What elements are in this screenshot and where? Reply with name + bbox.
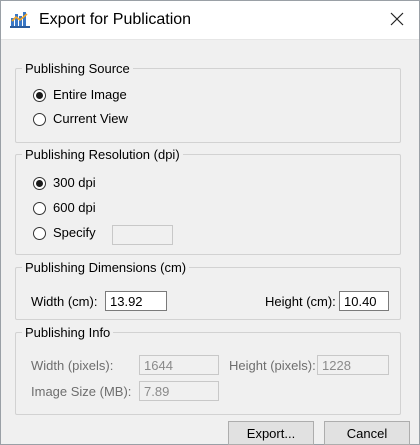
width-pixels-label: Width (pixels): xyxy=(31,358,114,373)
dpi-600-radio[interactable] xyxy=(33,202,46,215)
dpi-300-label: 300 dpi xyxy=(53,175,96,190)
chart-icon xyxy=(10,12,30,28)
export-button[interactable]: Export... xyxy=(228,421,314,445)
specify-dpi-radio[interactable] xyxy=(33,227,46,240)
export-dialog: Export for Publication Publishing Source… xyxy=(0,0,420,445)
current-view-label: Current View xyxy=(53,111,128,126)
close-button[interactable] xyxy=(377,1,417,39)
publishing-source-legend: Publishing Source xyxy=(25,61,130,76)
close-icon xyxy=(390,12,404,29)
height-cm-input[interactable] xyxy=(339,291,389,311)
specify-dpi-label: Specify xyxy=(53,225,96,240)
height-pixels-label: Height (pixels): xyxy=(229,358,316,373)
publishing-dimensions-legend: Publishing Dimensions (cm) xyxy=(25,260,187,275)
specify-dpi-input[interactable] xyxy=(112,225,173,245)
publishing-info-legend: Publishing Info xyxy=(25,325,111,340)
height-cm-label: Height (cm): xyxy=(265,294,336,309)
width-cm-label: Width (cm): xyxy=(31,294,98,309)
publishing-source-group: Publishing Source xyxy=(15,61,401,143)
width-pixels-field xyxy=(139,355,219,375)
cancel-button[interactable]: Cancel xyxy=(324,421,410,445)
publishing-dimensions-group: Publishing Dimensions (cm) xyxy=(15,260,401,320)
entire-image-radio[interactable] xyxy=(33,89,46,102)
dialog-content: Publishing Source Entire Image Current V… xyxy=(1,40,419,445)
entire-image-label: Entire Image xyxy=(53,87,127,102)
image-size-field xyxy=(139,381,219,401)
current-view-radio[interactable] xyxy=(33,113,46,126)
dpi-300-radio[interactable] xyxy=(33,177,46,190)
dpi-600-label: 600 dpi xyxy=(53,200,96,215)
height-pixels-field xyxy=(317,355,389,375)
width-cm-input[interactable] xyxy=(105,291,167,311)
publishing-resolution-legend: Publishing Resolution (dpi) xyxy=(25,147,180,162)
image-size-label: Image Size (MB): xyxy=(31,384,132,399)
dialog-title: Export for Publication xyxy=(39,11,192,28)
title-bar: Export for Publication xyxy=(1,1,419,40)
